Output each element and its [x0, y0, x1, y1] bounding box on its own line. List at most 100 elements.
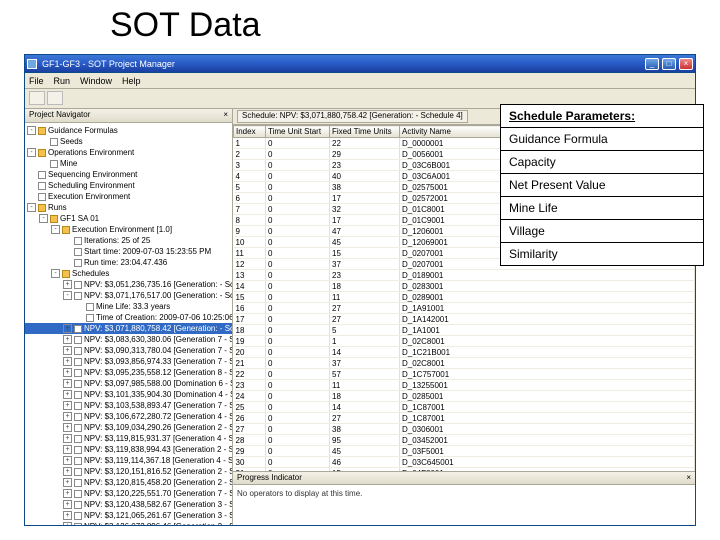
- tree-row[interactable]: -Execution Environment [1.0]: [25, 224, 232, 235]
- table-row[interactable]: 14018D_0283001: [234, 281, 695, 292]
- table-row[interactable]: 28095D_03452001: [234, 435, 695, 446]
- tree-row[interactable]: +NPV: $3,119,815,931.37 [Generation 4 - …: [25, 433, 232, 444]
- table-row[interactable]: 21037D_02C8001: [234, 358, 695, 369]
- expand-icon[interactable]: +: [63, 324, 72, 333]
- table-row[interactable]: 29045D_03F5001: [234, 446, 695, 457]
- expand-icon[interactable]: +: [63, 489, 72, 498]
- expand-icon[interactable]: -: [63, 291, 72, 300]
- table-row[interactable]: 30046D_03C645001: [234, 457, 695, 468]
- tree-row[interactable]: +NPV: $3,097,985,588.00 [Domination 6 - …: [25, 378, 232, 389]
- table-row[interactable]: 20014D_1C21B001: [234, 347, 695, 358]
- tree-row[interactable]: -Schedules: [25, 268, 232, 279]
- tree-row[interactable]: +NPV: $3,083,630,380.06 [Generation 7 - …: [25, 334, 232, 345]
- schedule-tab[interactable]: Schedule: NPV: $3,071,880,758.42 [Genera…: [237, 110, 468, 123]
- expand-icon[interactable]: +: [63, 412, 72, 421]
- expand-icon[interactable]: +: [63, 511, 72, 520]
- tree-row[interactable]: +NPV: $3,106,672,280.72 [Generation 4 - …: [25, 411, 232, 422]
- tree-row[interactable]: Time of Creation: 2009-07-06 10:25:06: [25, 312, 232, 323]
- expand-icon[interactable]: -: [27, 203, 36, 212]
- tree-row[interactable]: -GF1 SA 01: [25, 213, 232, 224]
- tree-row[interactable]: -Runs: [25, 202, 232, 213]
- tree-row[interactable]: +NPV: $3,101,335,904.30 [Domination 4 - …: [25, 389, 232, 400]
- toolbar-button[interactable]: [47, 91, 63, 105]
- tree-row[interactable]: Mine: [25, 158, 232, 169]
- table-row[interactable]: 25014D_1C87001: [234, 402, 695, 413]
- minimize-button[interactable]: _: [645, 58, 659, 70]
- tree-row[interactable]: Start time: 2009-07-03 15:23:55 PM: [25, 246, 232, 257]
- navigator-title: Project Navigator: [29, 110, 90, 121]
- tree-row[interactable]: +NPV: $3,093,856,974.33 [Generation 7 - …: [25, 356, 232, 367]
- panel-close-icon[interactable]: ×: [686, 473, 691, 483]
- expand-icon[interactable]: +: [63, 280, 72, 289]
- table-row[interactable]: 27038D_0306001: [234, 424, 695, 435]
- column-header[interactable]: Fixed Time Units: [330, 126, 400, 138]
- tree-row[interactable]: +NPV: $3,095,235,558.12 [Generation 8 - …: [25, 367, 232, 378]
- table-row[interactable]: 16027D_1A91001: [234, 303, 695, 314]
- menu-file[interactable]: File: [29, 76, 44, 86]
- tree-row[interactable]: -Guidance Formulas: [25, 125, 232, 136]
- expand-icon[interactable]: +: [63, 456, 72, 465]
- expand-icon[interactable]: -: [39, 214, 48, 223]
- tree-row[interactable]: +NPV: $3,126,072,896.46 [Generation 2 - …: [25, 521, 232, 525]
- table-row[interactable]: 31015D_04F8001: [234, 468, 695, 472]
- expand-icon[interactable]: -: [27, 148, 36, 157]
- toolbar-button[interactable]: [29, 91, 45, 105]
- menu-run[interactable]: Run: [54, 76, 71, 86]
- tree-row[interactable]: Scheduling Environment: [25, 180, 232, 191]
- tree-row[interactable]: +NPV: $3,121,065,261.67 [Generation 3 - …: [25, 510, 232, 521]
- panel-close-icon[interactable]: ×: [223, 110, 228, 121]
- expand-icon[interactable]: +: [63, 401, 72, 410]
- expand-icon[interactable]: -: [51, 269, 60, 278]
- close-button[interactable]: ×: [679, 58, 693, 70]
- tree-row[interactable]: +NPV: $3,071,880,758.42 [Generation: - S…: [25, 323, 232, 334]
- expand-icon[interactable]: +: [63, 379, 72, 388]
- tree-row[interactable]: Iterations: 25 of 25: [25, 235, 232, 246]
- expand-icon[interactable]: +: [63, 445, 72, 454]
- table-row[interactable]: 15011D_0289001: [234, 292, 695, 303]
- expand-icon[interactable]: +: [63, 522, 72, 525]
- tree-row[interactable]: Mine Life: 33.3 years: [25, 301, 232, 312]
- column-header[interactable]: Index: [234, 126, 266, 138]
- expand-icon[interactable]: +: [63, 390, 72, 399]
- expand-icon[interactable]: +: [63, 478, 72, 487]
- tree-row[interactable]: -NPV: $3,071,176,517.00 [Generation: - S…: [25, 290, 232, 301]
- expand-icon[interactable]: +: [63, 357, 72, 366]
- column-header[interactable]: Time Unit Start: [266, 126, 330, 138]
- tree-row[interactable]: +NPV: $3,119,114,367.18 [Generation 4 - …: [25, 455, 232, 466]
- table-row[interactable]: 26027D_1C87001: [234, 413, 695, 424]
- table-row[interactable]: 1805D_1A1001: [234, 325, 695, 336]
- tree-row[interactable]: +NPV: $3,051,236,735.16 [Generation: - S…: [25, 279, 232, 290]
- table-row[interactable]: 17027D_1A142001: [234, 314, 695, 325]
- tree-row[interactable]: Run time: 23:04.47.436: [25, 257, 232, 268]
- expand-icon[interactable]: -: [51, 225, 60, 234]
- tree-row[interactable]: +NPV: $3,119,838,994.43 [Generation 2 - …: [25, 444, 232, 455]
- expand-icon[interactable]: +: [63, 368, 72, 377]
- expand-icon[interactable]: +: [63, 346, 72, 355]
- expand-icon[interactable]: +: [63, 423, 72, 432]
- maximize-button[interactable]: □: [662, 58, 676, 70]
- menu-help[interactable]: Help: [122, 76, 141, 86]
- menu-window[interactable]: Window: [80, 76, 112, 86]
- tree-row[interactable]: +NPV: $3,109,034,290.26 [Generation 2 - …: [25, 422, 232, 433]
- table-row[interactable]: 1901D_02C8001: [234, 336, 695, 347]
- tree-row[interactable]: Execution Environment: [25, 191, 232, 202]
- tree-row[interactable]: Sequencing Environment: [25, 169, 232, 180]
- table-row[interactable]: 13023D_0189001: [234, 270, 695, 281]
- expand-icon[interactable]: +: [63, 467, 72, 476]
- tree-row[interactable]: +NPV: $3,120,151,816.52 [Generation 2 - …: [25, 466, 232, 477]
- expand-icon[interactable]: +: [63, 500, 72, 509]
- expand-icon[interactable]: +: [63, 335, 72, 344]
- expand-icon[interactable]: -: [27, 126, 36, 135]
- expand-icon[interactable]: +: [63, 434, 72, 443]
- tree-row[interactable]: -Operations Environment: [25, 147, 232, 158]
- table-row[interactable]: 23011D_13255001: [234, 380, 695, 391]
- table-row[interactable]: 22057D_1C757001: [234, 369, 695, 380]
- project-tree[interactable]: -Guidance FormulasSeeds-Operations Envir…: [25, 123, 232, 525]
- tree-row[interactable]: +NPV: $3,120,225,551.70 [Generation 7 - …: [25, 488, 232, 499]
- tree-row[interactable]: +NPV: $3,120,438,582.67 [Generation 3 - …: [25, 499, 232, 510]
- tree-row[interactable]: +NPV: $3,120,815,458.20 [Generation 2 - …: [25, 477, 232, 488]
- tree-row[interactable]: +NPV: $3,090,313,780.04 [Generation 7 - …: [25, 345, 232, 356]
- tree-row[interactable]: +NPV: $3,103,538,893.47 [Generation 7 - …: [25, 400, 232, 411]
- tree-row[interactable]: Seeds: [25, 136, 232, 147]
- table-row[interactable]: 24018D_0285001: [234, 391, 695, 402]
